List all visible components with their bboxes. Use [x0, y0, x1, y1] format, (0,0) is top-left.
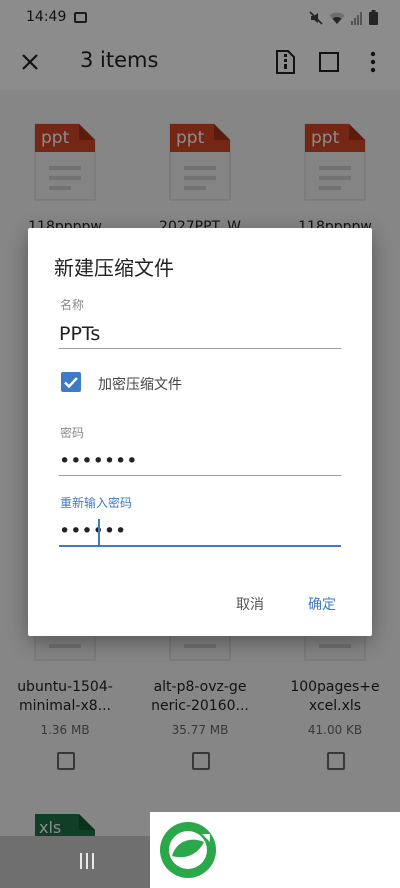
cancel-button[interactable]: 取消 — [236, 594, 264, 614]
encrypt-label[interactable]: 加密压缩文件 — [98, 374, 182, 394]
dialog-title: 新建压缩文件 — [54, 256, 174, 280]
encrypt-checkbox[interactable] — [61, 372, 81, 392]
text-cursor — [98, 519, 100, 546]
ok-button[interactable]: 确定 — [308, 594, 336, 614]
reenter-password-input[interactable] — [59, 517, 341, 547]
recents-icon[interactable] — [80, 853, 98, 871]
name-input[interactable] — [59, 319, 341, 349]
check-icon — [64, 377, 78, 389]
password-input[interactable] — [59, 446, 341, 476]
watermark — [150, 812, 400, 888]
leaf-logo-icon — [160, 822, 216, 878]
password-label: 密码 — [60, 426, 85, 440]
reenter-password-label: 重新输入密码 — [60, 496, 133, 510]
new-archive-dialog: 新建压缩文件 名称 加密压缩文件 密码 重新输入密码 取消 确定 — [28, 228, 372, 636]
name-label: 名称 — [60, 298, 85, 312]
